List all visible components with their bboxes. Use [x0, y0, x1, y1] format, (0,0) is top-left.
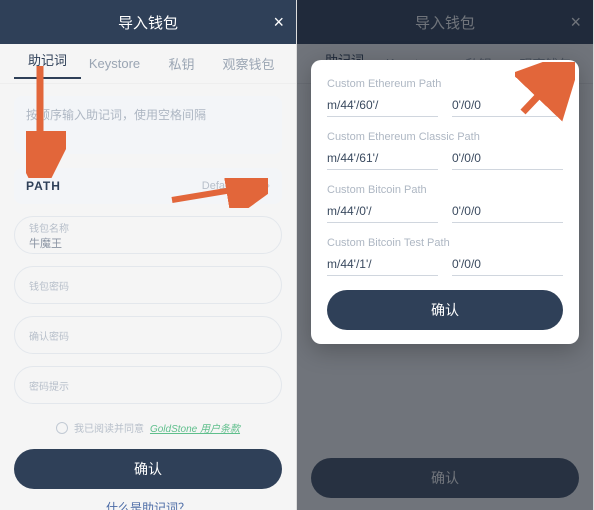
mnemonic-input[interactable]: 按顺序输入助记词，使用空格间隔	[14, 96, 282, 154]
path-suffix-input[interactable]: 0'/0/0	[452, 98, 563, 117]
header-title: 导入钱包	[118, 12, 178, 33]
tab-watch-wallet[interactable]: 观察钱包	[215, 54, 282, 73]
header: 导入钱包 ×	[0, 0, 296, 44]
path-section-title: Custom Ethereum Classic Path	[327, 131, 563, 143]
path-section-bitcoin-test: Custom Bitcoin Test Path m/44'/1'/ 0'/0/…	[327, 237, 563, 276]
confirm-button[interactable]: 确认	[14, 449, 282, 489]
path-section-bitcoin: Custom Bitcoin Path m/44'/0'/ 0'/0/0	[327, 184, 563, 223]
path-section-title: Custom Bitcoin Path	[327, 184, 563, 196]
confirm-password-field[interactable]: 确认密码	[14, 316, 282, 354]
main-content: 按顺序输入助记词，使用空格间隔 PATH Default Path › 钱包名称…	[0, 84, 296, 435]
chevron-right-icon: ›	[266, 180, 270, 192]
tab-private-key[interactable]: 私钥	[148, 54, 215, 73]
modal-confirm-button[interactable]: 确认	[327, 290, 563, 330]
left-screen: 导入钱包 × 助记词 Keystore 私钥 观察钱包 按顺序输入助记词，使用空…	[0, 0, 297, 510]
path-section-title: Custom Ethereum Path	[327, 78, 563, 90]
path-modal: Custom Ethereum Path m/44'/60'/ 0'/0/0 C…	[311, 60, 579, 344]
path-section-title: Custom Bitcoin Test Path	[327, 237, 563, 249]
terms-checkbox[interactable]	[56, 422, 68, 434]
path-suffix-input[interactable]: 0'/0/0	[452, 151, 563, 170]
password-hint-field[interactable]: 密码提示	[14, 366, 282, 404]
path-prefix-input[interactable]: m/44'/60'/	[327, 98, 438, 117]
path-section-etc: Custom Ethereum Classic Path m/44'/61'/ …	[327, 131, 563, 170]
path-label: PATH	[26, 179, 61, 193]
path-section-ethereum: Custom Ethereum Path m/44'/60'/ 0'/0/0	[327, 78, 563, 117]
path-prefix-input[interactable]: m/44'/1'/	[327, 257, 438, 276]
tab-mnemonic[interactable]: 助记词	[14, 50, 81, 79]
path-suffix-input[interactable]: 0'/0/0	[452, 204, 563, 223]
tabs: 助记词 Keystore 私钥 观察钱包	[0, 44, 296, 84]
path-suffix-input[interactable]: 0'/0/0	[452, 257, 563, 276]
path-prefix-input[interactable]: m/44'/61'/	[327, 151, 438, 170]
wallet-name-field[interactable]: 钱包名称 牛魔王	[14, 216, 282, 254]
terms-link[interactable]: GoldStone 用户条款	[150, 420, 240, 435]
path-prefix-input[interactable]: m/44'/0'/	[327, 204, 438, 223]
close-icon[interactable]: ×	[273, 0, 284, 44]
terms-row: 我已阅读并同意 GoldStone 用户条款	[14, 420, 282, 435]
footer-help-link[interactable]: 什么是助记词？	[0, 499, 296, 510]
path-selector[interactable]: PATH Default Path ›	[14, 168, 282, 204]
right-screen: 导入钱包 × 助记词 Keystore 私钥 观察钱包 确认 什么是助记词？ C…	[297, 0, 594, 510]
wallet-password-field[interactable]: 钱包密码	[14, 266, 282, 304]
path-value: Default Path ›	[202, 180, 270, 192]
tab-keystore[interactable]: Keystore	[81, 56, 148, 71]
terms-text: 我已阅读并同意	[74, 420, 144, 435]
